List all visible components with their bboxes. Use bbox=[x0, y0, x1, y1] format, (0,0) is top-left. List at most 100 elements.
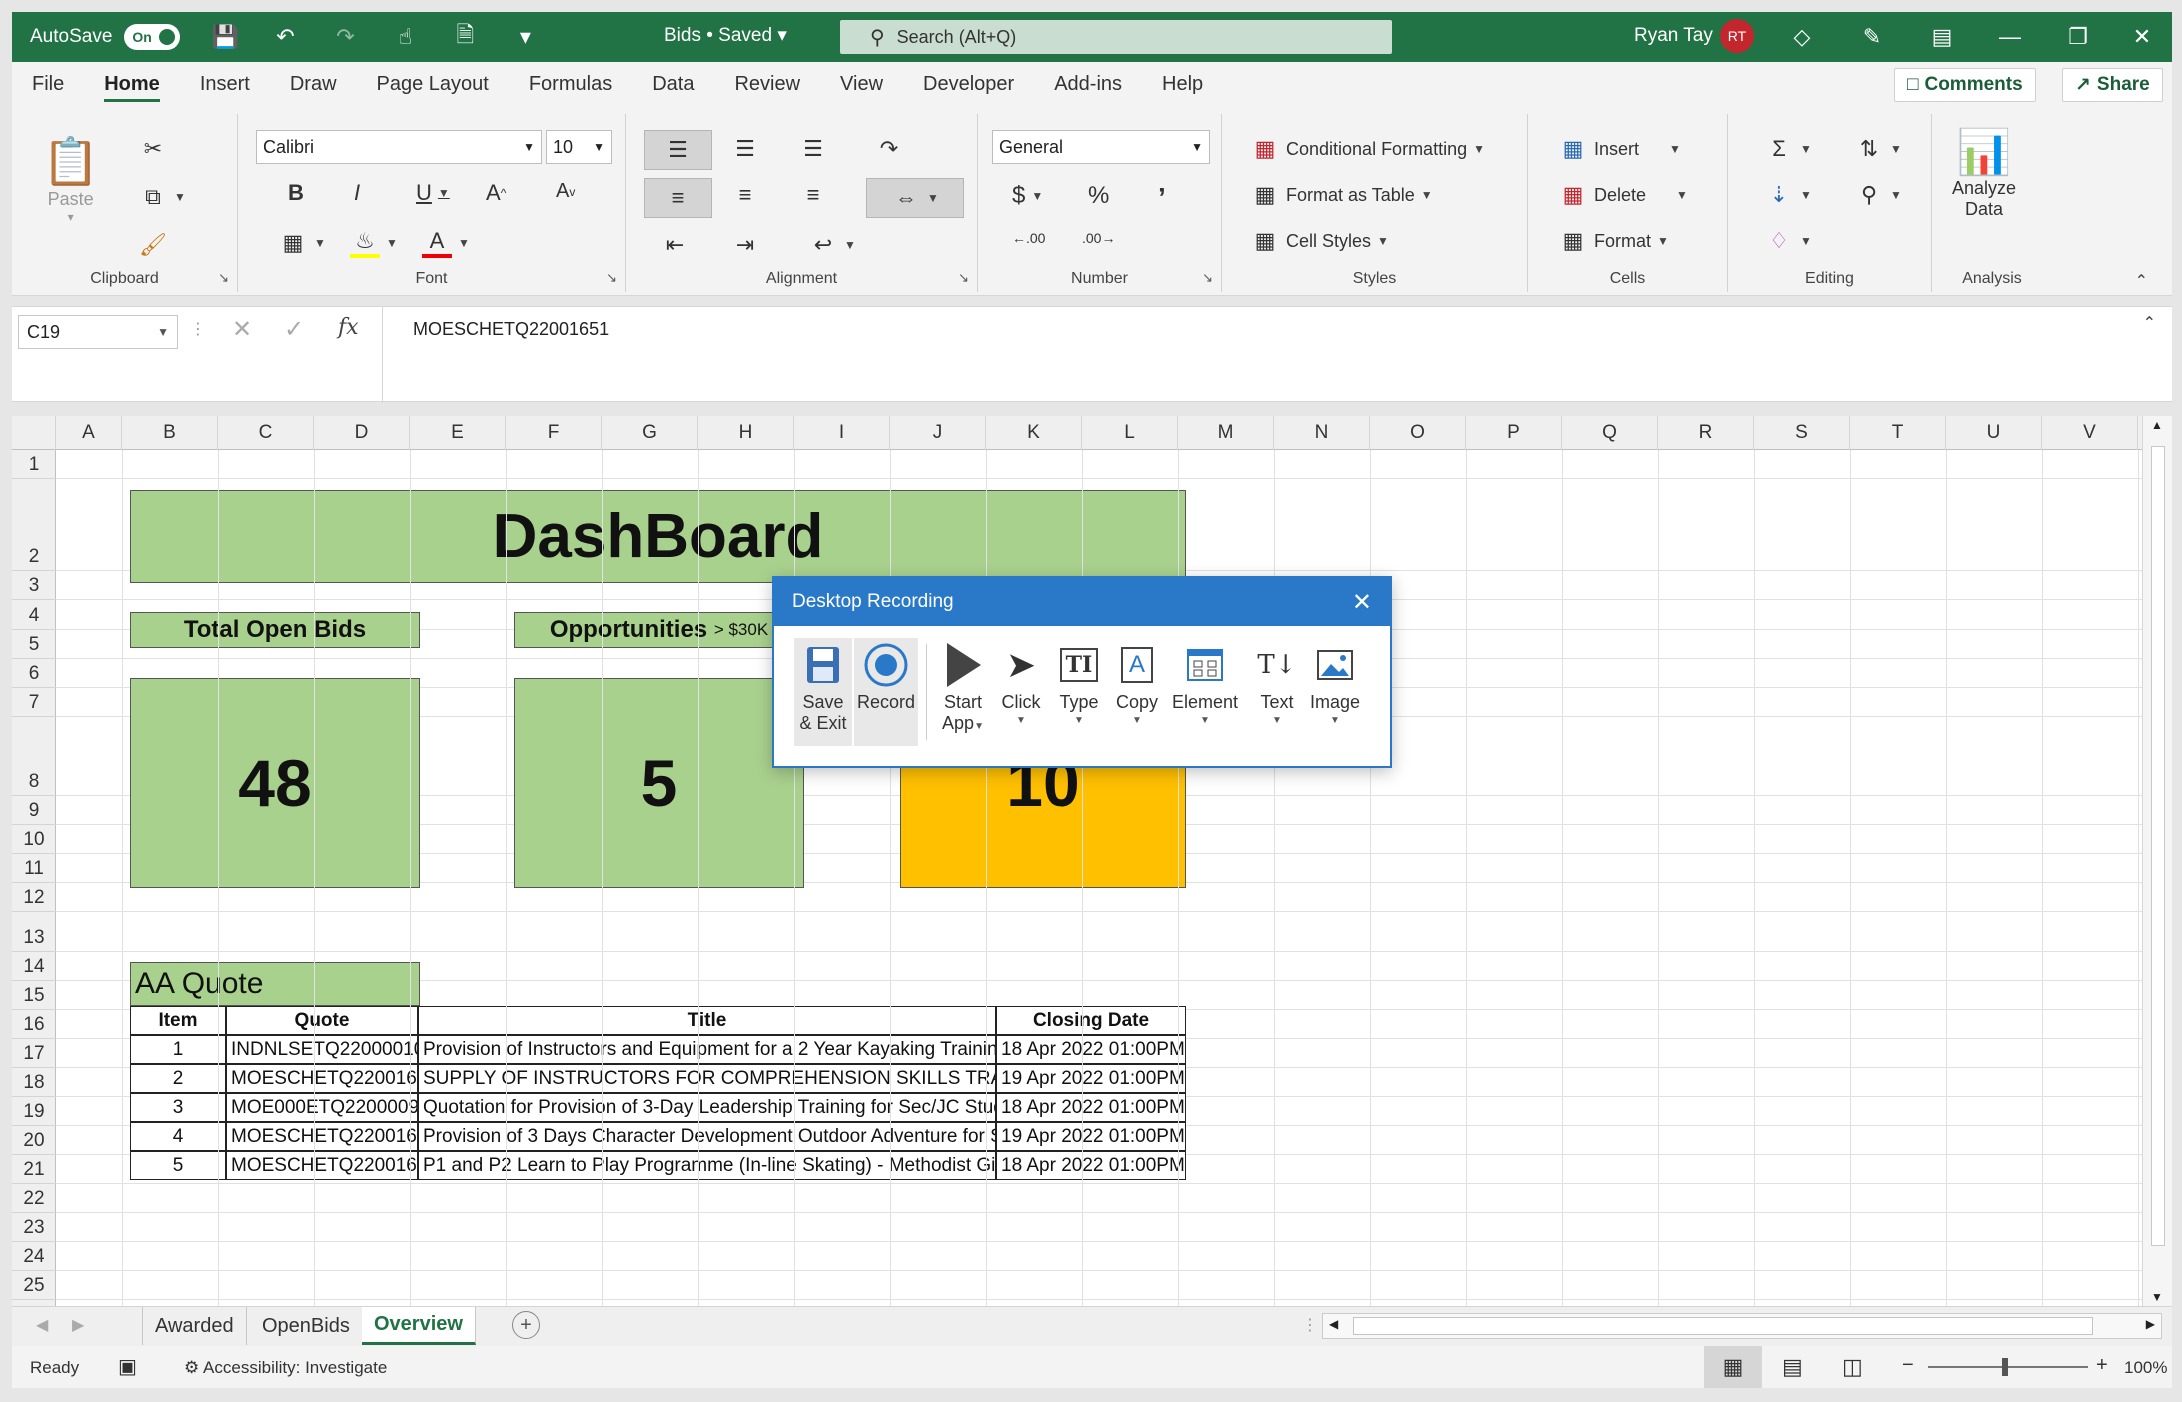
wrap-text-button[interactable]: ↩ ▼ bbox=[808, 230, 856, 260]
user-name[interactable]: Ryan Tay bbox=[1634, 25, 1713, 47]
tab-help[interactable]: Help bbox=[1142, 62, 1223, 106]
table-cell[interactable]: 2 bbox=[130, 1064, 226, 1093]
row-header[interactable]: 17 bbox=[12, 1039, 56, 1068]
table-cell[interactable]: 18 Apr 2022 01:00PM bbox=[996, 1093, 1186, 1122]
column-header[interactable]: T bbox=[1850, 416, 1946, 450]
zoom-level[interactable]: 100% bbox=[2124, 1358, 2167, 1378]
format-painter-button[interactable]: 🖌 bbox=[138, 230, 168, 260]
column-header[interactable]: L bbox=[1082, 416, 1178, 450]
underline-button[interactable]: U ▼ bbox=[416, 180, 450, 206]
cell-styles-button[interactable]: ▦ Cell Styles ▼ bbox=[1250, 226, 1389, 256]
table-cell[interactable]: 5 bbox=[130, 1151, 226, 1180]
decrease-decimal-button[interactable]: .00→ bbox=[1082, 230, 1115, 246]
comments-button[interactable]: □ Comments bbox=[1894, 68, 2036, 102]
dialog-launcher-icon[interactable]: ↘ bbox=[606, 270, 617, 286]
vertical-scroll-thumb[interactable] bbox=[2151, 446, 2165, 1246]
table-cell[interactable]: 4 bbox=[130, 1122, 226, 1151]
borders-button[interactable]: ▦ ▼ bbox=[278, 228, 326, 258]
tab-file[interactable]: File bbox=[12, 62, 84, 106]
tab-insert[interactable]: Insert bbox=[180, 62, 270, 106]
print-preview-icon[interactable]: 🗎 bbox=[450, 22, 480, 52]
dialog-launcher-icon[interactable]: ↘ bbox=[218, 270, 229, 286]
row-header[interactable]: 15 bbox=[12, 981, 56, 1010]
top-align-button[interactable]: ☰ bbox=[644, 130, 712, 170]
record-button[interactable]: Record bbox=[854, 638, 918, 746]
copy-button[interactable]: ⧉ ▼ bbox=[138, 182, 186, 212]
table-header-cell[interactable]: Item bbox=[130, 1006, 226, 1035]
table-cell[interactable]: Provision of Instructors and Equipment f… bbox=[418, 1035, 996, 1064]
merge-center-button[interactable]: ⇔ ▼ bbox=[866, 178, 964, 218]
align-left-button[interactable]: ≡ bbox=[644, 178, 712, 218]
align-right-button[interactable]: ≡ bbox=[798, 180, 828, 210]
dashboard-title[interactable]: DashBoard bbox=[130, 490, 1186, 583]
add-sheet-icon[interactable]: + bbox=[512, 1311, 540, 1339]
row-header[interactable]: 18 bbox=[12, 1068, 56, 1097]
formula-input[interactable]: MOESCHETQ22001651 ⌃ bbox=[382, 307, 2172, 403]
horizontal-scrollbar[interactable]: ◀ ▶ bbox=[1322, 1313, 2162, 1339]
clear-button[interactable]: ♢ ▼ bbox=[1764, 226, 1812, 256]
undo-icon[interactable]: ↶ bbox=[270, 22, 300, 52]
increase-indent-button[interactable]: ⇥ bbox=[730, 230, 760, 260]
sort-filter-button[interactable]: ⇅ ▼ bbox=[1854, 134, 1902, 164]
table-cell[interactable]: MOESCHETQ22001671 bbox=[226, 1064, 418, 1093]
ribbon-display-icon[interactable]: ▤ bbox=[1912, 12, 1972, 62]
table-cell[interactable]: MOE000ETQ22000092 bbox=[226, 1093, 418, 1122]
increase-decimal-button[interactable]: ←.00 bbox=[1012, 230, 1045, 246]
bottom-align-button[interactable]: ☰ bbox=[798, 134, 828, 164]
row-header[interactable]: 19 bbox=[12, 1097, 56, 1126]
format-as-table-button[interactable]: ▦ Format as Table ▼ bbox=[1250, 180, 1433, 210]
accounting-button[interactable]: $ ▼ bbox=[1012, 182, 1043, 210]
cancel-icon[interactable]: ✕ bbox=[232, 315, 252, 344]
vertical-scrollbar[interactable]: ▲ ▼ bbox=[2142, 416, 2172, 1306]
fill-color-button[interactable]: ♨ ▼ bbox=[350, 228, 398, 258]
italic-button[interactable]: I bbox=[354, 180, 360, 206]
tab-developer[interactable]: Developer bbox=[903, 62, 1034, 106]
fill-button[interactable]: ⇣ ▼ bbox=[1764, 180, 1812, 210]
name-box[interactable]: C19 ▼ bbox=[18, 315, 178, 349]
search-input[interactable]: ⚲ Search (Alt+Q) bbox=[840, 20, 1392, 54]
select-all-corner[interactable] bbox=[12, 416, 56, 450]
column-header[interactable]: P bbox=[1466, 416, 1562, 450]
worksheet-grid[interactable]: ABCDEFGHIJKLMNOPQRSTUV 1 2 3 4 5 6 7 8 9 10 11 12 13… bbox=[12, 416, 2172, 1306]
next-sheet-icon[interactable]: ▶ bbox=[72, 1315, 84, 1335]
column-header[interactable]: D bbox=[314, 416, 410, 450]
type-button[interactable]: TI Type ▼ bbox=[1050, 638, 1108, 726]
row-header[interactable]: 12 bbox=[12, 883, 56, 912]
row-header[interactable]: 14 bbox=[12, 952, 56, 981]
column-header[interactable]: Q bbox=[1562, 416, 1658, 450]
font-size-select[interactable]: 10 ▼ bbox=[546, 130, 612, 164]
opportunities-value[interactable]: 5 bbox=[514, 678, 804, 888]
table-cell[interactable]: 18 Apr 2022 01:00PM bbox=[996, 1151, 1186, 1180]
column-header[interactable]: V bbox=[2042, 416, 2138, 450]
table-cell[interactable]: 18 Apr 2022 01:00PM bbox=[996, 1035, 1186, 1064]
font-name-select[interactable]: Calibri ▼ bbox=[256, 130, 542, 164]
decrease-font-button[interactable]: Av bbox=[556, 180, 575, 203]
image-button[interactable]: Image ▼ bbox=[1306, 638, 1364, 726]
column-header[interactable]: F bbox=[506, 416, 602, 450]
aa-quote-title[interactable]: AA Quote bbox=[130, 962, 420, 1006]
find-select-button[interactable]: ⚲ ▼ bbox=[1854, 180, 1902, 210]
table-header-cell[interactable]: Closing Date bbox=[996, 1006, 1186, 1035]
align-center-button[interactable]: ≡ bbox=[730, 180, 760, 210]
row-header[interactable]: 20 bbox=[12, 1126, 56, 1155]
column-header[interactable]: A bbox=[56, 416, 122, 450]
percent-button[interactable]: % bbox=[1088, 182, 1109, 210]
table-cell[interactable]: 19 Apr 2022 01:00PM bbox=[996, 1064, 1186, 1093]
total-open-bids-label[interactable]: Total Open Bids bbox=[130, 612, 420, 648]
macro-record-icon[interactable]: ▣ bbox=[118, 1354, 137, 1379]
avatar[interactable]: RT bbox=[1720, 19, 1754, 53]
minimize-button[interactable]: — bbox=[1980, 12, 2040, 62]
table-cell[interactable]: Quotation for Provision of 3-Day Leaders… bbox=[418, 1093, 996, 1122]
split-handle-icon[interactable]: ⋮ bbox=[1302, 1315, 1318, 1335]
normal-view-button[interactable]: ▦ bbox=[1704, 1346, 1762, 1388]
close-icon[interactable]: ✕ bbox=[1352, 588, 1372, 617]
tab-home[interactable]: Home bbox=[84, 62, 180, 106]
table-header-cell[interactable]: Quote bbox=[226, 1006, 418, 1035]
font-color-button[interactable]: A ▼ bbox=[422, 228, 470, 258]
comma-button[interactable]: ’ bbox=[1158, 182, 1166, 214]
row-header[interactable]: 7 bbox=[12, 688, 56, 717]
column-header[interactable]: R bbox=[1658, 416, 1754, 450]
scroll-left-icon[interactable]: ◀ bbox=[1329, 1317, 1338, 1331]
zoom-out-icon[interactable]: − bbox=[1902, 1354, 1914, 1377]
document-title[interactable]: Bids • Saved ▾ bbox=[664, 24, 787, 47]
